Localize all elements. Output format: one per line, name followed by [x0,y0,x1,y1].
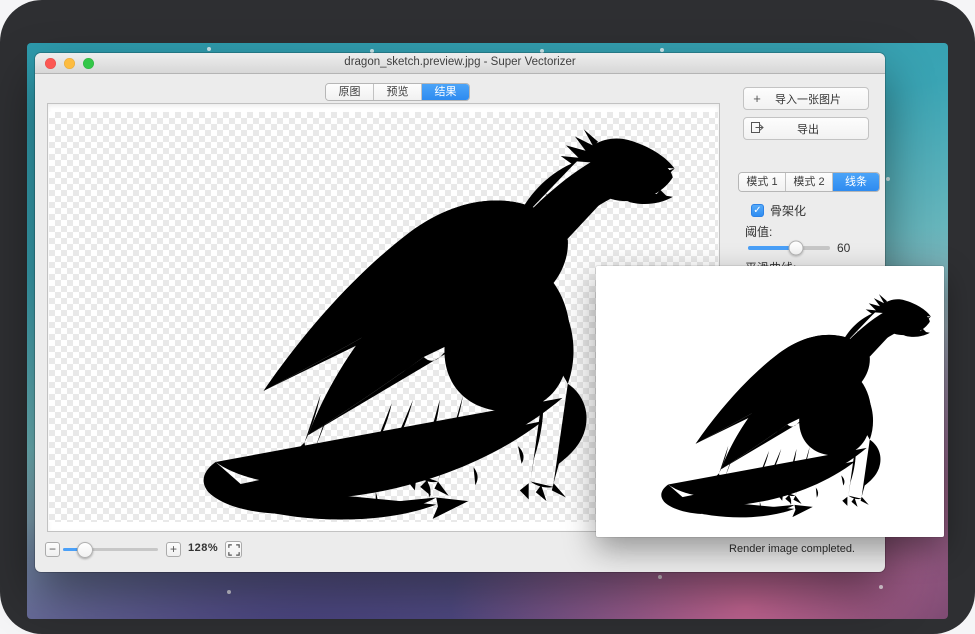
skeletonize-checkbox[interactable]: ✓ [751,204,764,217]
original-image-preview-card [596,266,944,537]
star-dot [660,48,664,52]
segment-lines[interactable]: 线条 [833,173,879,191]
window-title: dragon_sketch.preview.jpg - Super Vector… [35,56,885,68]
canvas-zoom-slider[interactable] [63,548,158,551]
plus-icon: + [744,92,770,105]
segment-mode-2[interactable]: 模式 2 [786,173,833,191]
tab-result[interactable]: 结果 [422,84,469,100]
export-button[interactable]: 导出 [743,117,869,140]
threshold-label: 阈值: [745,223,772,240]
export-arrow-icon [744,122,770,135]
titlebar[interactable]: dragon_sketch.preview.jpg - Super Vector… [35,53,885,74]
canvas-zoom-slider-thumb[interactable] [77,542,93,558]
original-dragon-sketch-image [602,272,938,531]
export-button-label: 导出 [770,121,846,137]
star-dot [207,47,211,51]
star-dot [227,590,231,594]
star-dot [658,575,662,579]
threshold-slider[interactable] [748,246,830,250]
tab-preview[interactable]: 预览 [374,84,422,100]
zoom-level-value: 128% [188,542,218,554]
import-button-label: 导入一张图片 [770,91,846,107]
threshold-slider-thumb[interactable] [788,241,803,256]
mode-segmented-control: 模式 1 模式 2 线条 [738,172,880,192]
zoom-out-button[interactable]: − [45,542,60,557]
render-status-text: Render image completed. [729,543,855,555]
fit-to-screen-button[interactable] [225,541,242,558]
screenshot-stage: dragon_sketch.preview.jpg - Super Vector… [0,0,975,634]
import-image-button[interactable]: + 导入一张图片 [743,87,869,110]
tab-original[interactable]: 原图 [326,84,374,100]
threshold-value: 60 [837,241,850,255]
segment-mode-1[interactable]: 模式 1 [739,173,786,191]
fullscreen-icon [228,544,240,556]
star-dot [879,585,883,589]
skeletonize-label: 骨架化 [770,202,806,219]
skeletonize-row: ✓ 骨架化 [751,202,806,219]
zoom-in-button[interactable]: + [166,542,181,557]
view-tab-group: 原图 预览 结果 [325,83,470,101]
star-dot [886,177,890,181]
